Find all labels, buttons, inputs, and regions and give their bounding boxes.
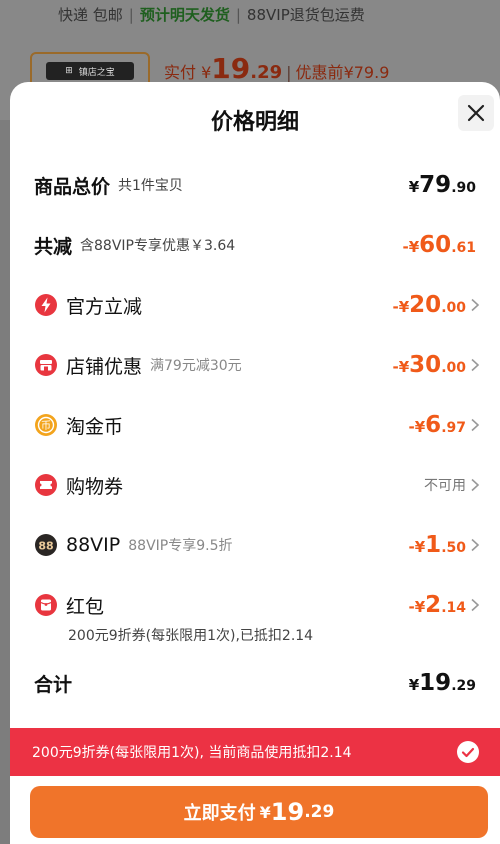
coin-icon: 币: [34, 413, 58, 437]
red-packet-note: 200元9折券(每张限用1次),已抵扣2.14: [68, 628, 314, 644]
chevron-right-icon: [471, 478, 480, 492]
background-price: 实付 ¥19.29 | 优惠前¥79.9: [164, 52, 390, 85]
check-icon[interactable]: [456, 740, 480, 764]
row-taojinbi[interactable]: 币 淘金币 -¥6.97: [34, 410, 480, 440]
total-price-amount: ¥79.90: [408, 172, 476, 198]
row-total-price: 商品总价 共1件宝贝 ¥79.90: [34, 172, 476, 198]
row-subtotal: 合计 ¥19.29: [34, 670, 476, 696]
svg-text:币: 币: [41, 420, 51, 432]
row-shop-discount[interactable]: 店铺优惠 满79元减30元 -¥30.00: [34, 350, 480, 380]
row-red-packet[interactable]: 红包 -¥2.14: [34, 590, 480, 620]
shipping-info: 快递 包邮 | 预计明天发货 | 88VIP退货包运费: [58, 6, 365, 24]
row-official-discount[interactable]: 官方立减 -¥20.00: [34, 290, 480, 320]
chevron-right-icon: [471, 298, 480, 312]
chevron-right-icon: [471, 418, 480, 432]
row-88vip[interactable]: 88 88VIP 88VIP专享9.5折 -¥1.50: [34, 530, 480, 560]
svg-text:88: 88: [38, 540, 53, 553]
close-icon: [467, 104, 485, 122]
total-discount-amount: -¥60.61: [402, 232, 477, 258]
chevron-right-icon: [471, 358, 480, 372]
price-detail-sheet: 价格明细 商品总价 共1件宝贝 ¥79.90 共减 含88VIP专享优惠￥3.6…: [10, 82, 500, 844]
chevron-right-icon: [471, 538, 480, 552]
close-button[interactable]: [458, 95, 494, 131]
pay-now-button[interactable]: 立即支付 ¥19.29: [30, 786, 488, 838]
store-logo-icon: ⊞: [65, 66, 73, 76]
red-packet-icon: [34, 593, 58, 617]
voucher-icon: [34, 473, 58, 497]
vip-icon: 88: [34, 533, 58, 557]
voucher-status: 不可用: [424, 478, 466, 494]
row-total-discount: 共减 含88VIP专享优惠￥3.64 -¥60.61: [34, 232, 477, 258]
row-shopping-voucher[interactable]: 购物券 不可用: [34, 470, 480, 500]
subtotal-amount: ¥19.29: [408, 670, 476, 696]
chevron-right-icon: [471, 598, 480, 612]
coupon-bar[interactable]: 200元9折券(每张限用1次), 当前商品使用抵扣2.14: [10, 728, 500, 776]
shop-icon: [34, 353, 58, 377]
coupon-bar-text: 200元9折券(每张限用1次), 当前商品使用抵扣2.14: [32, 745, 352, 761]
lightning-icon: [34, 293, 58, 317]
sheet-title: 价格明细: [210, 110, 299, 135]
